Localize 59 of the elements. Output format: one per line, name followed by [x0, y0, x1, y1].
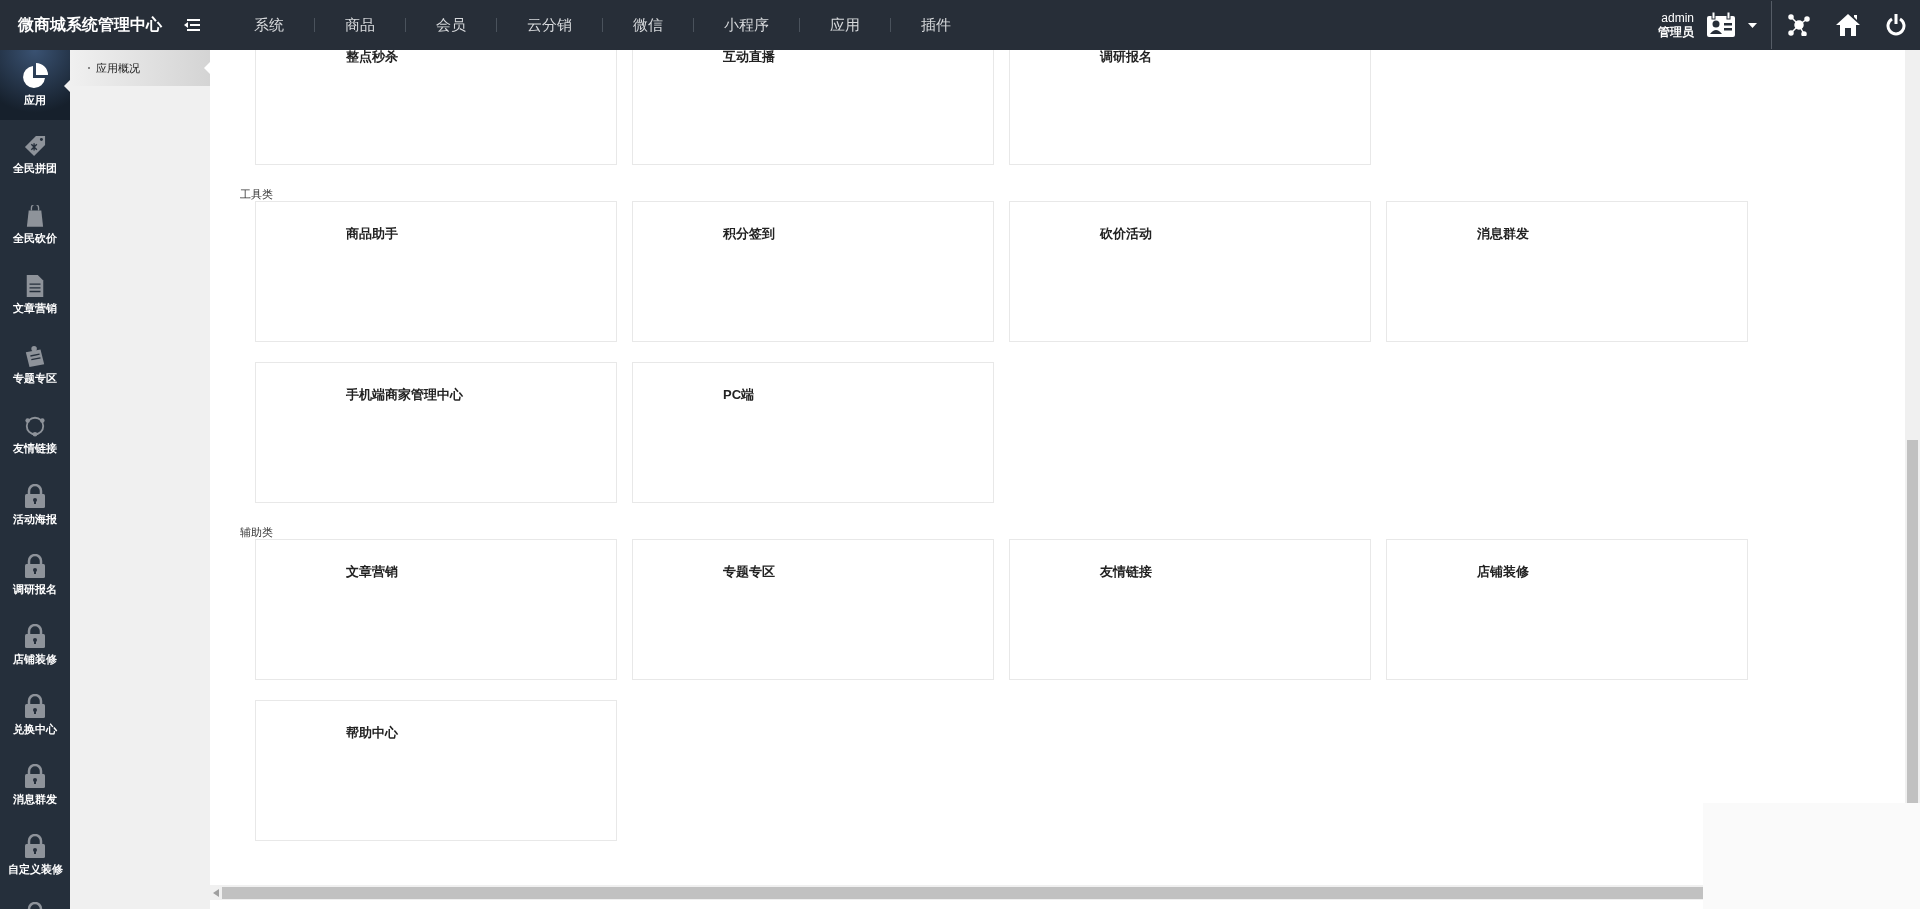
lock-icon [24, 834, 46, 858]
sidebar-item[interactable]: 文章营销 [0, 260, 70, 330]
sidebar-item[interactable]: 全民拼团 [0, 120, 70, 190]
app-card[interactable]: 砍价活动 [1009, 201, 1371, 342]
cycle-icon [24, 415, 46, 437]
sidebar-item[interactable]: 友情链接 [0, 400, 70, 470]
nav-link[interactable]: 微信 [603, 13, 693, 37]
app-card[interactable]: 帮助中心 [255, 700, 617, 841]
app-card[interactable]: 手机端商家管理中心 [255, 362, 617, 503]
section-title: 辅助类 [240, 526, 273, 539]
lock-icon [24, 484, 46, 508]
app-card[interactable]: 积分签到 [632, 201, 994, 342]
app-card[interactable]: 调研报名 [1009, 50, 1371, 165]
lock-icon [24, 554, 46, 578]
sidebar-item[interactable]: 专题专区 [0, 330, 70, 400]
shopping-bag-icon [26, 205, 44, 227]
app-card[interactable]: 商品助手 [255, 201, 617, 342]
app-card[interactable]: 文章营销 [255, 539, 617, 680]
document-icon [26, 275, 44, 297]
user-role: 管理员 [1658, 25, 1694, 39]
app-card[interactable]: 店铺装修 [1386, 539, 1748, 680]
network-icon[interactable] [1788, 14, 1810, 36]
section-title: 工具类 [240, 188, 273, 201]
sidebar-item[interactable]: 应用 [0, 50, 70, 120]
vertical-scrollbar[interactable] [1905, 50, 1920, 803]
lock-icon [24, 764, 46, 788]
app-card[interactable]: 消息群发 [1386, 201, 1748, 342]
nav-link[interactable]: 应用 [800, 13, 890, 37]
app-card[interactable]: 友情链接 [1009, 539, 1371, 680]
nav-link[interactable]: 插件 [891, 13, 981, 37]
home-icon[interactable] [1836, 13, 1860, 37]
nav-link[interactable]: 会员 [406, 13, 496, 37]
price-tag-icon [24, 135, 46, 157]
power-icon[interactable] [1886, 14, 1906, 36]
horizontal-scrollbar[interactable] [210, 885, 1703, 900]
sidebar-item[interactable]: 消息群发 [0, 750, 70, 820]
sidebar-item[interactable]: 活动海报 [0, 470, 70, 540]
contact-card-icon[interactable] [1706, 12, 1736, 38]
sidebar-item[interactable]: 店铺装修 [0, 610, 70, 680]
notes-icon [24, 345, 46, 367]
app-card[interactable]: PC端 [632, 362, 994, 503]
lock-icon [24, 624, 46, 648]
menu-icon[interactable] [184, 19, 200, 31]
sidebar-item[interactable]: 兑换中心 [0, 680, 70, 750]
sidebar-item[interactable]: 自定义装修 [0, 820, 70, 890]
app-card[interactable]: 专题专区 [632, 539, 994, 680]
lock-icon [24, 694, 46, 718]
nav-link[interactable]: 小程序 [694, 13, 799, 37]
sidebar-item[interactable]: 调研报名 [0, 540, 70, 610]
app-card[interactable]: 整点秒杀 [255, 50, 617, 165]
sidebar-item[interactable]: 全民砍价 [0, 190, 70, 260]
app-card[interactable]: 互动直播 [632, 50, 994, 165]
user-name: admin [1661, 11, 1694, 25]
pie-chart-icon [22, 63, 48, 89]
nav-link[interactable]: 云分销 [497, 13, 602, 37]
caret-icon[interactable] [1748, 22, 1757, 28]
app-title: 微商城系统管理中心 [17, 15, 163, 35]
nav-link[interactable]: 商品 [315, 13, 405, 37]
nav-link[interactable]: 系统 [224, 13, 314, 37]
